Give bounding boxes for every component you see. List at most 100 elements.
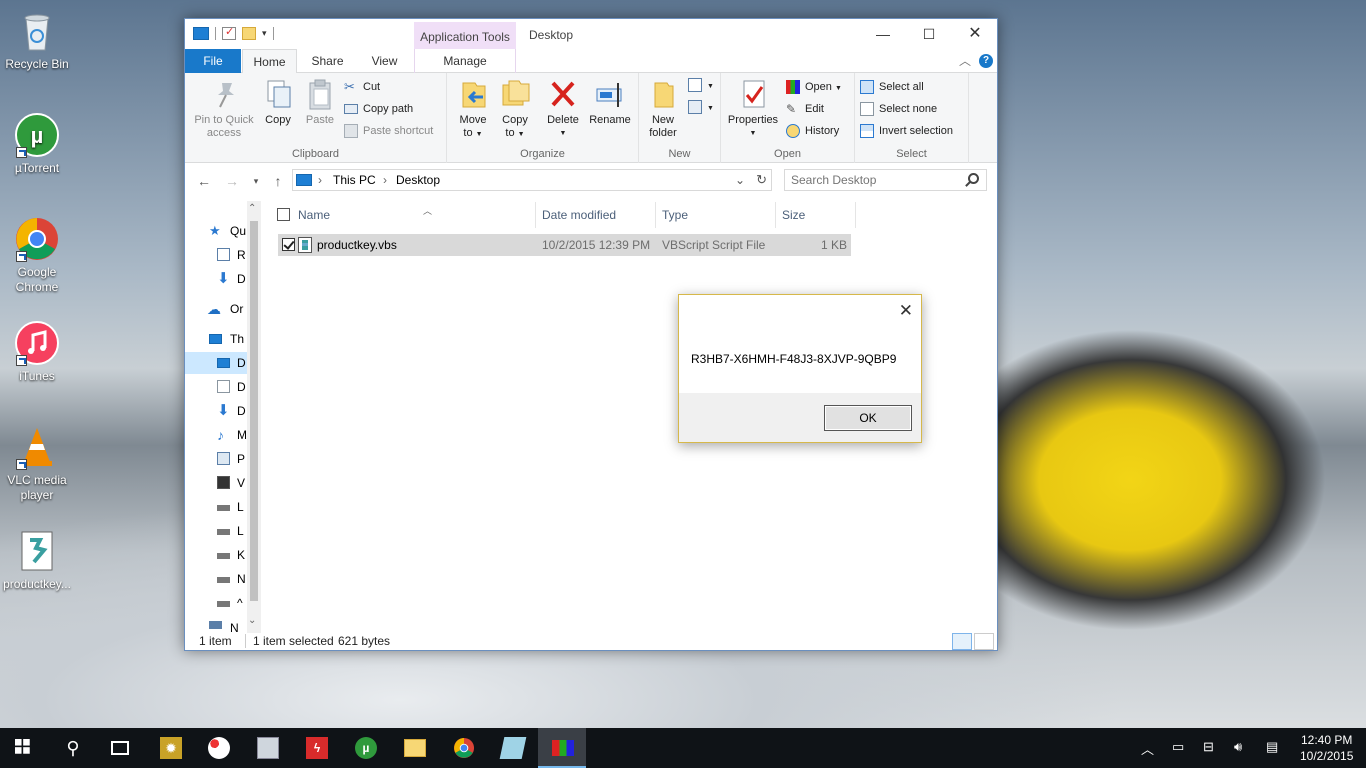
taskbar-app-chrome[interactable]	[439, 728, 487, 768]
nav-item-desktop[interactable]: D	[185, 352, 255, 374]
up-button[interactable]: ↑	[269, 172, 287, 190]
tab-manage[interactable]: Manage	[414, 49, 516, 73]
nav-item-videos[interactable]: V	[185, 472, 255, 494]
desktop-icon-itunes[interactable]: iTunes	[0, 320, 74, 384]
new-folder-icon[interactable]	[242, 27, 256, 40]
taskbar-app-file-explorer[interactable]	[390, 728, 438, 768]
minimize-button[interactable]: —	[860, 19, 906, 49]
large-icons-view-icon[interactable]	[974, 633, 994, 650]
rename-button[interactable]: Rename	[587, 77, 633, 127]
tab-file[interactable]: File	[185, 49, 241, 73]
refresh-icon[interactable]: ↻	[756, 172, 767, 188]
column-header-date[interactable]: Date modified	[536, 202, 656, 228]
taskbar-app-settings[interactable]: ✹	[146, 728, 194, 768]
scroll-up-icon[interactable]: ⌃	[248, 203, 256, 214]
new-folder-button[interactable]: New folder	[643, 77, 683, 140]
nav-item-music[interactable]: ♪ M	[185, 424, 255, 446]
action-center-icon[interactable]: ▤	[1266, 739, 1278, 755]
nav-item-drive[interactable]: N	[185, 568, 255, 590]
battery-icon[interactable]: ▭	[1172, 739, 1184, 755]
taskbar-app-flash[interactable]: ϟ	[292, 728, 340, 768]
search-box[interactable]	[784, 169, 987, 191]
edit-button[interactable]: ✎ Edit	[785, 99, 824, 119]
new-item-button[interactable]: ▼	[687, 75, 714, 95]
select-all-button[interactable]: Select all	[859, 77, 924, 97]
search-icon[interactable]	[968, 173, 979, 184]
breadcrumb-this-pc[interactable]: This PC	[333, 173, 376, 187]
tab-share[interactable]: Share	[300, 49, 355, 73]
desktop-icon-recycle-bin[interactable]: Recycle Bin	[0, 8, 74, 72]
help-icon[interactable]: ?	[979, 54, 993, 68]
desktop-icon-vlc[interactable]: VLC media player	[0, 424, 74, 503]
open-button[interactable]: Open ▼	[785, 77, 842, 97]
breadcrumb-desktop[interactable]: Desktop	[396, 173, 440, 187]
history-button[interactable]: History	[785, 121, 839, 141]
paste-button[interactable]: Paste	[301, 77, 339, 127]
forward-button[interactable]: →	[223, 172, 241, 190]
row-checkbox[interactable]	[282, 238, 295, 251]
show-hidden-icons-icon[interactable]: ︿	[1141, 739, 1154, 758]
desktop-icon-productkey[interactable]: productkey...	[0, 528, 74, 592]
pin-to-quick-access-button[interactable]: Pin to Quick access	[189, 77, 259, 140]
task-view-button[interactable]	[96, 728, 144, 768]
details-view-icon[interactable]	[952, 633, 972, 650]
nav-item-onedrive[interactable]: ☁ Or	[185, 298, 255, 320]
nav-item-downloads[interactable]: ⬇ D	[185, 268, 255, 290]
cut-button[interactable]: ✂ Cut	[343, 77, 380, 97]
volume-icon[interactable]: 🔊︎	[1234, 739, 1242, 755]
select-all-checkbox[interactable]	[277, 208, 290, 221]
properties-check-icon[interactable]: ✓	[222, 26, 236, 40]
table-row[interactable]: productkey.vbs 10/2/2015 12:39 PM VBScri…	[278, 234, 851, 256]
taskbar-app-script-host[interactable]	[538, 728, 586, 768]
desktop-icon-utorrent[interactable]: µ µTorrent	[0, 112, 74, 176]
title-bar[interactable]: ✓ ▾ Application Tools Desktop — ☐ ✕	[185, 19, 997, 49]
nav-item-recent[interactable]: R	[185, 244, 255, 266]
back-button[interactable]: ←	[195, 172, 213, 190]
copy-to-button[interactable]: Copy to ▼	[495, 77, 535, 141]
scroll-down-icon[interactable]: ⌄	[248, 615, 256, 626]
nav-item-drive[interactable]: ^	[185, 592, 255, 614]
delete-button[interactable]: Delete ▼	[543, 77, 583, 140]
address-dropdown-icon[interactable]: ⌄	[735, 173, 745, 187]
nav-item-downloads-pc[interactable]: ⬇ D	[185, 400, 255, 422]
network-icon[interactable]: ⊟	[1203, 739, 1214, 755]
nav-item-drive[interactable]: K	[185, 544, 255, 566]
taskbar-app-utorrent[interactable]: µ	[341, 728, 389, 768]
nav-item-drive[interactable]: L	[185, 496, 255, 518]
clock[interactable]: 12:40 PM 10/2/2015	[1300, 732, 1353, 764]
window-pc-icon[interactable]	[193, 27, 209, 40]
scrollbar-thumb[interactable]	[250, 221, 258, 601]
select-none-button[interactable]: Select none	[859, 99, 937, 119]
search-taskbar-button[interactable]: ⚲	[48, 728, 96, 768]
close-button[interactable]: ✕	[952, 19, 998, 49]
customize-qat-icon[interactable]: ▾	[262, 28, 267, 39]
move-to-button[interactable]: Move to ▼	[453, 77, 493, 141]
ok-button[interactable]: OK	[824, 405, 912, 431]
column-header-type[interactable]: Type	[656, 202, 776, 228]
nav-pane-scrollbar[interactable]: ⌃ ⌄	[247, 201, 261, 633]
maximize-button[interactable]: ☐	[906, 19, 952, 49]
tab-view[interactable]: View	[357, 49, 412, 73]
nav-item-documents[interactable]: D	[185, 376, 255, 398]
taskbar-app-photos[interactable]	[243, 728, 291, 768]
tab-home[interactable]: Home	[242, 49, 297, 74]
nav-item-drive[interactable]: L	[185, 520, 255, 542]
column-header-size[interactable]: Size	[776, 202, 856, 228]
breadcrumb-separator-icon[interactable]: ›	[318, 173, 322, 187]
address-bar[interactable]: › This PC › Desktop ⌄ ↻	[292, 169, 772, 191]
search-input[interactable]	[785, 170, 955, 190]
copy-path-button[interactable]: Copy path	[343, 99, 413, 119]
copy-button[interactable]: Copy	[259, 77, 297, 127]
collapse-ribbon-icon[interactable]: ︿	[959, 52, 971, 69]
invert-selection-button[interactable]: Invert selection	[859, 121, 953, 141]
properties-button[interactable]: Properties ▼	[725, 77, 781, 140]
start-button[interactable]	[0, 728, 48, 768]
dialog-close-icon[interactable]: ✕	[899, 301, 913, 321]
taskbar-app-paint[interactable]	[194, 728, 242, 768]
breadcrumb-separator-icon[interactable]: ›	[383, 173, 387, 187]
paste-shortcut-button[interactable]: Paste shortcut	[343, 121, 433, 141]
nav-item-pictures[interactable]: P	[185, 448, 255, 470]
recent-locations-button[interactable]: ▾	[247, 172, 265, 190]
column-header-name[interactable]: Name ︿	[292, 202, 536, 228]
nav-item-this-pc[interactable]: Th	[185, 328, 255, 350]
